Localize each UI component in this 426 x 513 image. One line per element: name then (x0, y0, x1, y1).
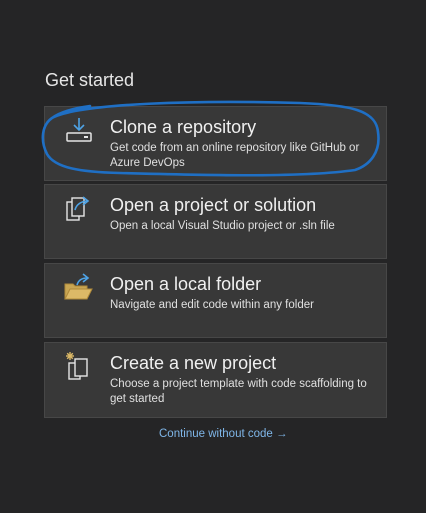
new-project-icon (63, 351, 95, 383)
clone-download-icon (63, 115, 95, 147)
get-started-page: Get started Clone a repository Get code … (0, 0, 426, 513)
card-title: Open a local folder (110, 274, 262, 294)
card-title: Clone a repository (110, 117, 257, 137)
card-description: Get code from an online repository like … (110, 142, 360, 169)
card-description: Open a local Visual Studio project or .s… (110, 220, 335, 232)
card-description: Navigate and edit code within any folder (110, 299, 314, 311)
open-folder-button[interactable]: Open a local folder Navigate and edit co… (44, 263, 387, 338)
clone-repository-button[interactable]: Clone a repository Get code from an onli… (44, 106, 387, 181)
open-project-icon (63, 193, 95, 225)
continue-without-code-link[interactable]: Continue without code → (159, 426, 288, 442)
card-title: Create a new project (110, 353, 277, 373)
open-folder-icon (63, 272, 95, 304)
create-project-button[interactable]: Create a new project Choose a project te… (44, 342, 387, 418)
page-title: Get started (45, 70, 135, 90)
open-project-button[interactable]: Open a project or solution Open a local … (44, 184, 387, 259)
card-description: Choose a project template with code scaf… (110, 378, 367, 405)
card-title: Open a project or solution (110, 195, 317, 215)
